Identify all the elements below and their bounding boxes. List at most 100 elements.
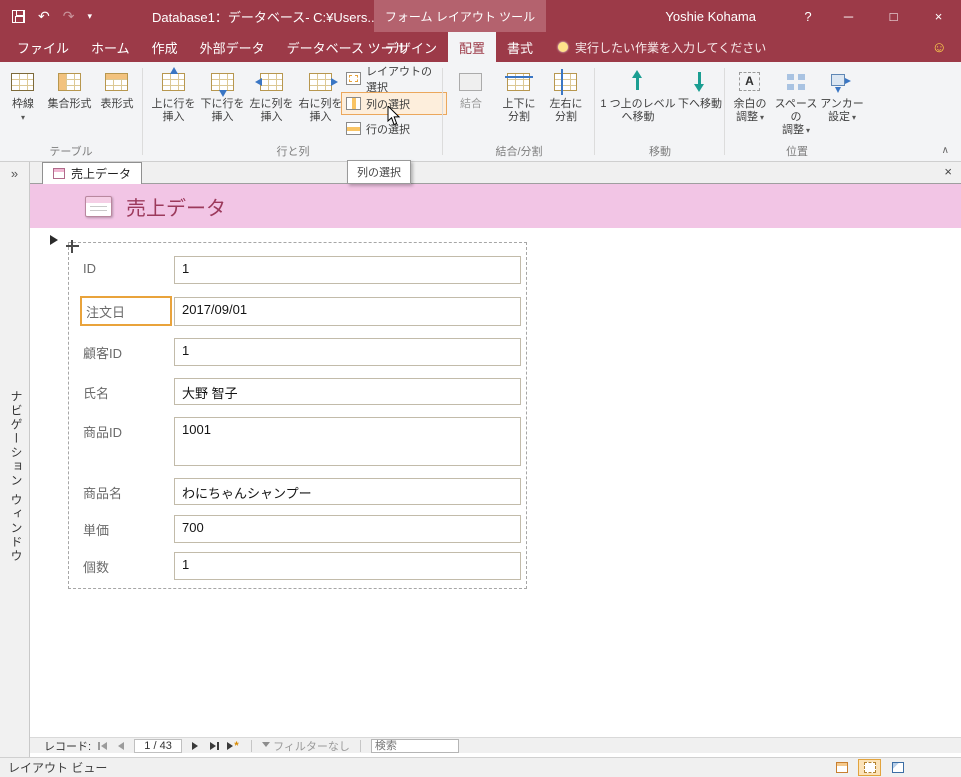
record-search-input[interactable] — [370, 738, 459, 753]
field-value-name[interactable]: 大野 智子 — [174, 378, 521, 405]
maximize-button[interactable]: □ — [871, 0, 916, 32]
tabular-button[interactable]: 表形式 — [95, 63, 139, 146]
ribbon-group-table: 枠線 ▾ 集合形式 表形式 テーブル — [0, 62, 142, 161]
control-margins-button[interactable]: A 余白の 調整 ▾ — [728, 63, 772, 146]
stacked-button[interactable]: 集合形式 — [46, 63, 93, 146]
field-label-product-name[interactable]: 商品名 — [83, 478, 171, 502]
save-button[interactable] — [12, 9, 25, 23]
tab-file[interactable]: ファイル — [6, 32, 80, 62]
move-down-button[interactable]: 下へ移動 — [678, 63, 722, 146]
redo-button[interactable]: ↷ — [63, 8, 75, 25]
first-record-button[interactable] — [94, 739, 110, 753]
insert-right-button[interactable]: 右に列を 挿入 — [297, 63, 344, 146]
filter-status[interactable]: フィルターなし — [273, 738, 350, 754]
anchoring-button[interactable]: アンカー 設定 ▾ — [820, 63, 864, 146]
layout-view-button[interactable] — [858, 759, 881, 776]
field-label-product-id[interactable]: 商品ID — [83, 417, 171, 441]
layout-move-handle[interactable] — [66, 240, 79, 253]
record-position-box[interactable]: 1 / 43 — [134, 738, 183, 753]
quick-access-toolbar: ↶ ↷ ▾ — [12, 0, 92, 32]
document-tab-sales-data[interactable]: 売上データ — [42, 162, 143, 184]
insert-right-label-1: 右に列を — [298, 98, 343, 110]
tab-home[interactable]: ホーム — [80, 32, 141, 62]
control-padding-icon — [781, 68, 811, 96]
split-vertically-button[interactable]: 上下に 分割 — [496, 63, 542, 146]
help-button[interactable]: ? — [790, 0, 826, 32]
field-label-quantity[interactable]: 個数 — [83, 552, 171, 576]
field-value-quantity[interactable]: 1 — [174, 552, 521, 580]
split-horizontally-label-1: 左右に — [549, 98, 583, 110]
record-selector-icon[interactable] — [50, 235, 58, 245]
ribbon: 枠線 ▾ 集合形式 表形式 テーブル 上に行を 挿入 下に行を 挿入 左に列を … — [0, 62, 961, 162]
move-up-button[interactable]: 1 つ上のレベル へ移動 — [600, 63, 676, 146]
form-title[interactable]: 売上データ — [126, 192, 226, 221]
insert-left-button[interactable]: 左に列を 挿入 — [248, 63, 295, 146]
insert-above-label-1: 上に行を — [151, 98, 196, 110]
new-record-button[interactable]: * — [225, 739, 241, 753]
tabular-label: 表形式 — [100, 98, 134, 110]
field-value-customer-id[interactable]: 1 — [174, 338, 521, 366]
field-value-unit-price[interactable]: 700 — [174, 515, 521, 543]
insert-above-icon — [159, 67, 189, 96]
control-padding-button[interactable]: スペースの 調整 ▾ — [774, 63, 818, 146]
form-view-button[interactable] — [830, 759, 853, 776]
field-label-id[interactable]: ID — [83, 256, 171, 276]
control-padding-label-1: スペースの — [774, 98, 818, 123]
last-record-button[interactable] — [206, 739, 222, 753]
field-value-product-name[interactable]: わにちゃんシャンプー — [174, 478, 521, 505]
tab-arrange[interactable]: 配置 — [448, 32, 497, 62]
close-button[interactable]: × — [916, 0, 961, 32]
field-value-id[interactable]: 1 — [174, 256, 521, 284]
tab-create[interactable]: 作成 — [141, 32, 189, 62]
tell-me-label: 実行したい作業を入力してください — [575, 40, 767, 55]
merge-button[interactable]: 結合 — [448, 63, 494, 146]
control-margins-label-1: 余白の — [733, 98, 767, 110]
tell-me-box[interactable]: 実行したい作業を入力してください — [558, 32, 766, 62]
stacked-label: 集合形式 — [47, 98, 92, 110]
tab-format[interactable]: 書式 — [496, 32, 544, 62]
titlebar-right: Yoshie Kohama ? ─ □ × — [657, 0, 961, 32]
undo-button[interactable]: ↶ — [38, 8, 50, 25]
field-label-name[interactable]: 氏名 — [83, 378, 171, 402]
qat-customize-button[interactable]: ▾ — [87, 11, 92, 22]
design-view-button[interactable] — [886, 759, 909, 776]
user-name[interactable]: Yoshie Kohama — [657, 0, 790, 32]
field-label-customer-id[interactable]: 顧客ID — [83, 338, 171, 362]
field-value-product-id[interactable]: 1001 — [174, 417, 521, 466]
navigation-pane-collapsed[interactable]: » ナビゲーション ウィンドウ — [0, 162, 30, 757]
save-icon — [12, 9, 25, 23]
close-document-icon[interactable]: × — [944, 164, 952, 179]
chevron-down-icon: ▾ — [20, 113, 25, 122]
ribbon-group-move: 1 つ上のレベル へ移動 下へ移動 移動 — [596, 62, 724, 161]
tab-external-data[interactable]: 外部データ — [189, 32, 276, 62]
form-header-icon — [85, 195, 112, 217]
ribbon-group-position: A 余白の 調整 ▾ スペースの 調整 ▾ アンカー 設定 ▾ 位置 — [726, 62, 868, 161]
expand-nav-pane-icon[interactable]: » — [0, 166, 29, 181]
select-row-icon — [346, 122, 361, 135]
split-horizontally-label-2: 分割 — [555, 111, 577, 123]
insert-below-button[interactable]: 下に行を 挿入 — [199, 63, 246, 146]
tab-design[interactable]: デザイン — [374, 32, 448, 62]
field-value-order-date[interactable]: 2017/09/01 — [174, 297, 521, 326]
insert-above-button[interactable]: 上に行を 挿入 — [150, 63, 197, 146]
field-label-unit-price[interactable]: 単価 — [83, 515, 171, 539]
next-record-button[interactable] — [187, 739, 203, 753]
insert-right-label-2: 挿入 — [309, 111, 332, 123]
gridlines-button[interactable]: 枠線 ▾ — [2, 63, 44, 146]
group-separator — [442, 68, 443, 155]
feedback-smiley-icon[interactable]: ☺ — [932, 32, 947, 62]
group-label-rows-columns: 行と列 — [276, 146, 310, 158]
previous-record-button[interactable] — [113, 739, 129, 753]
anchoring-icon — [827, 68, 857, 96]
split-horizontally-button[interactable]: 左右に 分割 — [543, 63, 589, 146]
select-layout-button[interactable]: レイアウトの選択 — [341, 66, 447, 94]
insert-below-icon — [208, 68, 238, 97]
control-margins-label-2: 調整 — [735, 111, 758, 123]
collapse-ribbon-button[interactable]: ∧ — [942, 145, 949, 156]
nav-pane-title[interactable]: ナビゲーション ウィンドウ — [8, 390, 25, 563]
ribbon-tab-row: ファイル ホーム 作成 外部データ データベース ツール デザイン 配置 書式 … — [0, 32, 961, 62]
minimize-button[interactable]: ─ — [826, 0, 871, 32]
document-tab-bar: 売上データ × — [30, 162, 961, 184]
field-label-order-date-selected[interactable]: 注文日 — [80, 296, 172, 326]
insert-right-icon — [306, 68, 338, 96]
